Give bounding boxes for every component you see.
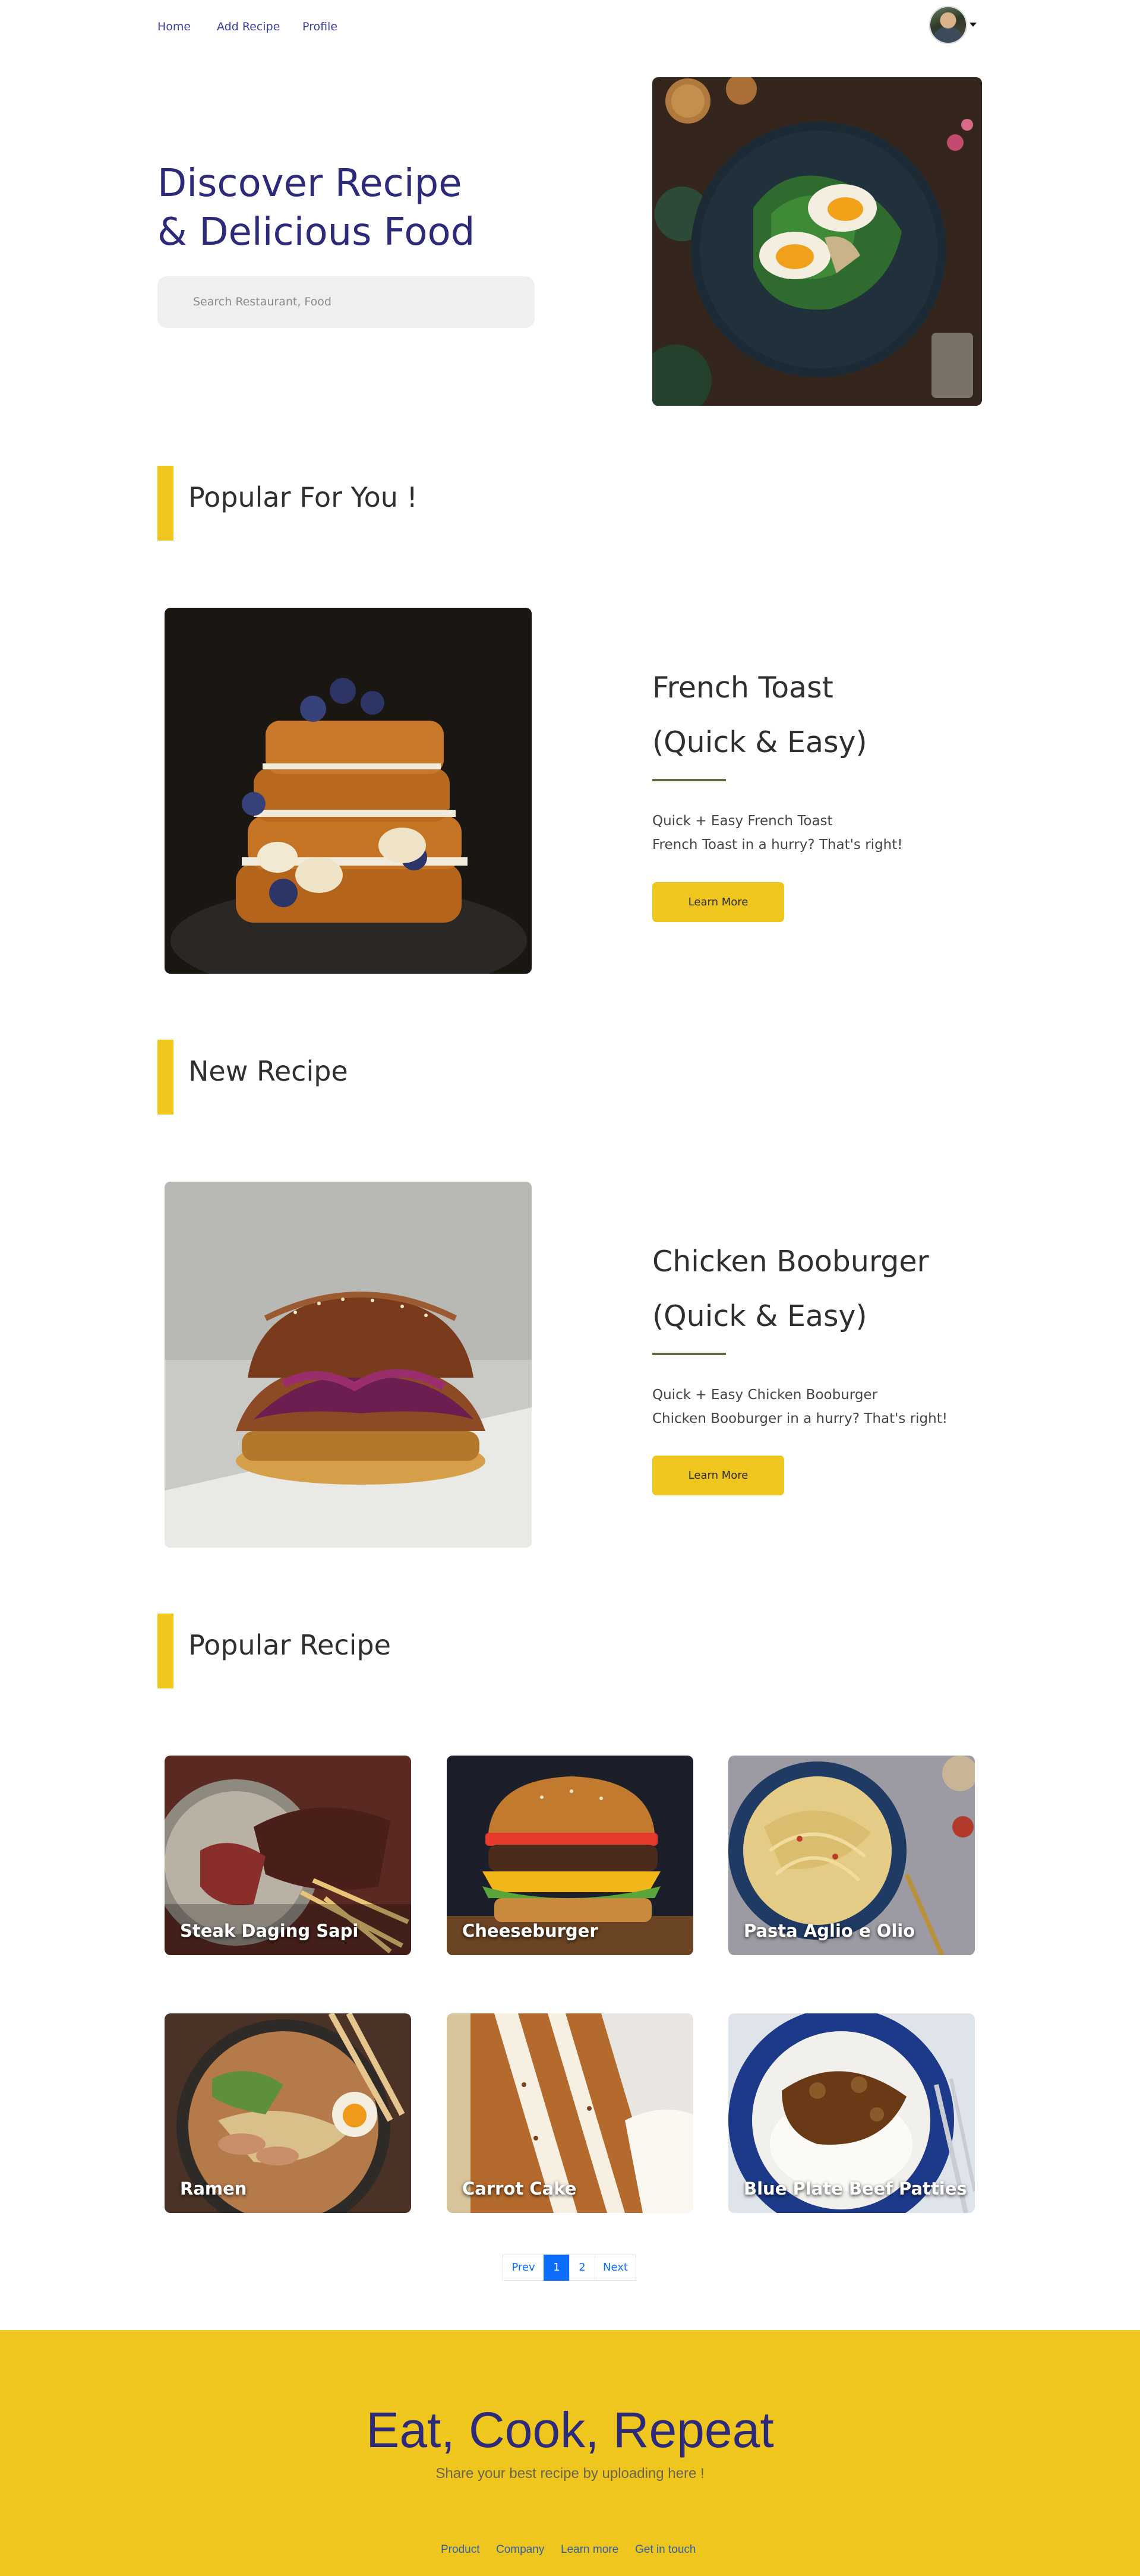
featured-title-line1: Chicken Booburger [652, 1245, 929, 1278]
recipe-card[interactable]: Pasta Aglio e Olio [728, 1756, 975, 1955]
french-toast-image[interactable] [165, 608, 532, 974]
recipe-card[interactable]: Carrot Cake [447, 2013, 693, 2213]
section-title-popular-for-you: Popular For You ! [188, 481, 418, 513]
recipe-card[interactable]: Blue Plate Beef Patties [728, 2013, 975, 2213]
learn-more-button[interactable]: Learn More [652, 882, 784, 922]
recipe-card[interactable]: Ramen [165, 2013, 411, 2213]
footer-title: Eat, Cook, Repeat [366, 2402, 774, 2458]
featured-desc-line1: Quick + Easy Chicken Booburger [652, 1387, 878, 1403]
featured-desc-line2: French Toast in a hurry? That's right! [652, 837, 903, 853]
hero-title: Discover Recipe & Delicious Food [157, 159, 573, 257]
recipe-card-title: Carrot Cake [462, 2179, 577, 2199]
featured-divider [652, 1353, 726, 1355]
recipe-card-title: Steak Daging Sapi [180, 1921, 359, 1941]
footer-link-company[interactable]: Company [496, 2543, 544, 2556]
footer-link-learn-more[interactable]: Learn more [561, 2543, 618, 2556]
learn-more-button[interactable]: Learn More [652, 1456, 784, 1495]
recipe-card[interactable]: Cheeseburger [447, 1756, 693, 1955]
hero-title-line2: & Delicious Food [157, 210, 475, 254]
featured-title-line2: (Quick & Easy) [652, 725, 867, 759]
chicken-booburger-image[interactable] [165, 1182, 532, 1548]
nav-home-link[interactable]: Home [157, 20, 191, 33]
footer-link-product[interactable]: Product [441, 2543, 479, 2556]
pagination-page-2[interactable]: 2 [569, 2255, 595, 2281]
hero-food-image [652, 77, 982, 406]
section-accent-bar [157, 1040, 173, 1115]
featured-title: French Toast (Quick & Easy) [652, 661, 985, 770]
section-title-new-recipe: New Recipe [188, 1055, 348, 1087]
hero-title-line1: Discover Recipe [157, 162, 462, 206]
featured-desc-line2: Chicken Booburger in a hurry? That's rig… [652, 1411, 948, 1426]
featured-description: Quick + Easy French Toast French Toast i… [652, 809, 1009, 857]
featured-divider [652, 779, 726, 781]
featured-title: Chicken Booburger (Quick & Easy) [652, 1235, 985, 1344]
search-placeholder: Search Restaurant, Food [193, 295, 331, 308]
footer-link-get-in-touch[interactable]: Get in touch [635, 2543, 696, 2556]
chevron-down-icon[interactable] [970, 23, 977, 27]
pagination-next[interactable]: Next [595, 2255, 636, 2281]
section-accent-bar [157, 1614, 173, 1688]
recipe-card-title: Cheeseburger [462, 1921, 598, 1941]
recipe-card-title: Ramen [180, 2179, 247, 2199]
featured-description: Quick + Easy Chicken Booburger Chicken B… [652, 1383, 1009, 1431]
featured-desc-line1: Quick + Easy French Toast [652, 813, 833, 829]
recipe-card-title: Blue Plate Beef Patties [744, 2179, 967, 2199]
section-accent-bar [157, 466, 173, 541]
footer-subtitle: Share your best recipe by uploading here… [435, 2465, 705, 2482]
section-title-popular-recipe: Popular Recipe [188, 1629, 391, 1661]
featured-title-line2: (Quick & Easy) [652, 1299, 867, 1333]
nav-profile-link[interactable]: Profile [302, 20, 337, 33]
featured-title-line1: French Toast [652, 671, 833, 705]
pagination-prev[interactable]: Prev [503, 2255, 544, 2281]
nav-add-recipe-link[interactable]: Add Recipe [217, 20, 280, 33]
pagination-page-1[interactable]: 1 [544, 2255, 570, 2281]
avatar[interactable] [929, 6, 967, 44]
recipe-card[interactable]: Steak Daging Sapi [165, 1756, 411, 1955]
recipe-card-title: Pasta Aglio e Olio [744, 1921, 915, 1941]
